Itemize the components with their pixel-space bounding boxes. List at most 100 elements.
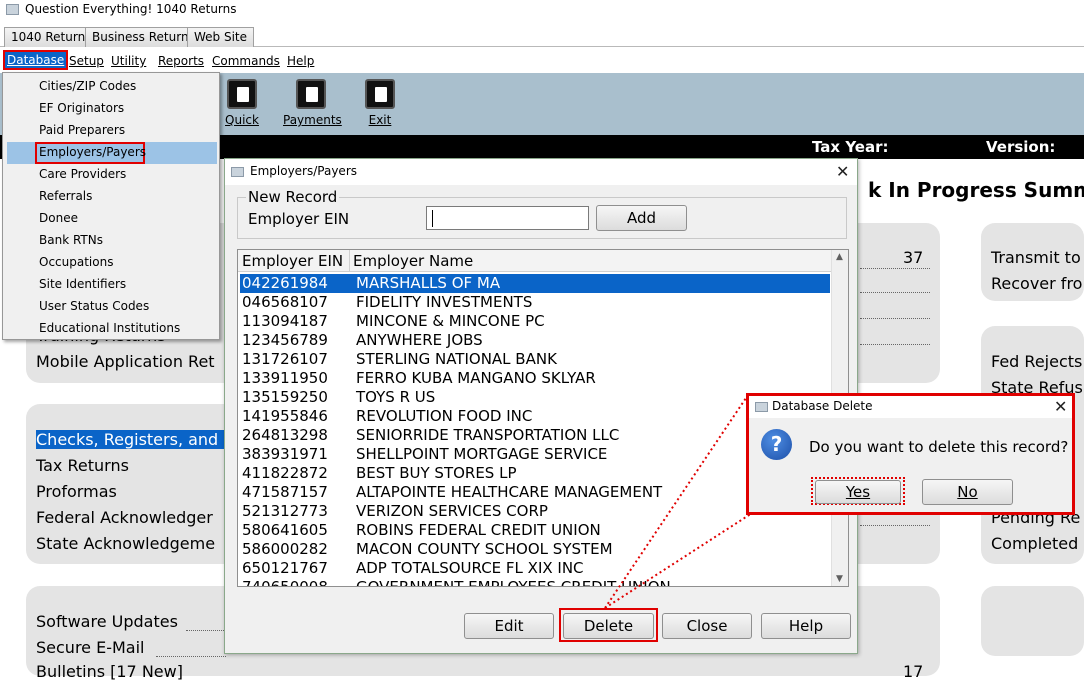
menu-setup[interactable]: Setup — [69, 53, 104, 69]
app-icon — [755, 402, 768, 412]
no-button[interactable]: No — [922, 479, 1013, 505]
edit-button[interactable]: Edit — [464, 613, 554, 639]
column-header-name[interactable]: Employer Name — [353, 252, 473, 270]
version-label: Version: — [986, 138, 1056, 156]
tax-year-label: Tax Year: — [812, 138, 889, 156]
cell-employer-ein: 135159250 — [242, 388, 328, 406]
table-row[interactable]: 264813298 SENIORRIDE TRANSPORTATION LLC — [240, 426, 830, 445]
yes-button[interactable]: Yes — [815, 480, 901, 504]
tab-business-returns[interactable]: Business Returns — [85, 27, 202, 47]
exit-icon — [365, 79, 395, 109]
column-header-ein[interactable]: Employer EIN — [242, 252, 343, 270]
menu-item-site-identifiers[interactable]: Site Identifiers — [39, 276, 126, 292]
cell-employer-ein: 471587157 — [242, 483, 328, 501]
cell-employer-ein: 123456789 — [242, 331, 328, 349]
dash-item[interactable]: Tax Returns — [36, 456, 129, 475]
cell-employer-name: ADP TOTALSOURCE FL XIX INC — [356, 559, 584, 577]
quick-button[interactable]: Quick — [214, 79, 270, 127]
window-title-bar: Question Everything! 1040 Returns — [0, 0, 1084, 20]
payments-button[interactable]: Payments — [283, 79, 342, 127]
menu-item-bank-rtns[interactable]: Bank RTNs — [39, 232, 103, 248]
table-row[interactable]: 123456789 ANYWHERE JOBS — [240, 331, 830, 350]
employer-ein-input[interactable] — [426, 206, 589, 230]
count-value: 17 — [903, 662, 924, 681]
table-row[interactable]: 113094187 MINCONE & MINCONE PC — [240, 312, 830, 331]
dash-item[interactable]: Transmit to — [991, 248, 1081, 267]
menu-utility[interactable]: Utility — [111, 53, 146, 69]
cell-employer-name: REVOLUTION FOOD INC — [356, 407, 533, 425]
menu-item-user-status-codes[interactable]: User Status Codes — [39, 298, 149, 314]
cell-employer-name: GOVERNMENT EMPLOYEES CREDIT UNION — [356, 578, 671, 587]
cell-employer-name: ROBINS FEDERAL CREDIT UNION — [356, 521, 601, 539]
cell-employer-ein: 264813298 — [242, 426, 328, 444]
menu-commands[interactable]: Commands — [212, 53, 280, 69]
table-row[interactable]: 046568107 FIDELITY INVESTMENTS — [240, 293, 830, 312]
cell-employer-ein: 521312773 — [242, 502, 328, 520]
table-row[interactable]: 586000282 MACON COUNTY SCHOOL SYSTEM — [240, 540, 830, 559]
menu-reports[interactable]: Reports — [158, 53, 204, 69]
cell-employer-name: ALTAPOINTE HEALTHCARE MANAGEMENT — [356, 483, 663, 501]
menu-item-paid-preparers[interactable]: Paid Preparers — [39, 122, 125, 138]
table-row[interactable]: 383931971 SHELLPOINT MORTGAGE SERVICE — [240, 445, 830, 464]
quick-label: Quick — [225, 113, 259, 127]
dialog-title: Employers/Payers — [250, 164, 357, 178]
table-row[interactable]: 042261984 MARSHALLS OF MA — [240, 274, 830, 293]
table-row[interactable]: 580641605 ROBINS FEDERAL CREDIT UNION — [240, 521, 830, 540]
dialog-title-bar: Employers/Payers ✕ — [225, 159, 857, 185]
table-row[interactable]: 740650008 GOVERNMENT EMPLOYEES CREDIT UNI… — [240, 578, 830, 587]
menu-item-referrals[interactable]: Referrals — [39, 188, 92, 204]
payments-icon — [296, 79, 326, 109]
cell-employer-ein: 411822872 — [242, 464, 328, 482]
cell-employer-ein: 042261984 — [242, 274, 328, 292]
table-row[interactable]: 471587157 ALTAPOINTE HEALTHCARE MANAGEMEN… — [240, 483, 830, 502]
menu-item-occupations[interactable]: Occupations — [39, 254, 113, 270]
cell-employer-ein: 650121767 — [242, 559, 328, 577]
dash-item[interactable]: Recover fro — [991, 274, 1082, 293]
menu-item-employers-payers[interactable]: Employers/Payers — [39, 144, 146, 160]
close-button[interactable]: Close — [662, 613, 752, 639]
cell-employer-ein: 133911950 — [242, 369, 328, 387]
panel-right-bottom — [981, 586, 1084, 656]
cell-employer-ein: 580641605 — [242, 521, 328, 539]
table-row[interactable]: 521312773 VERIZON SERVICES CORP — [240, 502, 830, 521]
scroll-down-icon[interactable]: ▼ — [836, 574, 843, 584]
dash-item[interactable]: Fed Rejects — [991, 352, 1082, 371]
menu-item-cities-zip[interactable]: Cities/ZIP Codes — [39, 78, 136, 94]
menu-item-care-providers[interactable]: Care Providers — [39, 166, 126, 182]
help-button[interactable]: Help — [761, 613, 851, 639]
dot-leader — [156, 656, 226, 657]
app-icon — [231, 167, 244, 177]
scroll-up-icon[interactable]: ▲ — [836, 252, 843, 262]
dash-item[interactable]: Secure E-Mail — [36, 638, 144, 657]
table-row[interactable]: 133911950 FERRO KUBA MANGANO SKLYAR — [240, 369, 830, 388]
dash-item[interactable]: Bulletins [17 New] — [36, 662, 183, 681]
table-row[interactable]: 650121767 ADP TOTALSOURCE FL XIX INC — [240, 559, 830, 578]
cell-employer-ein: 113094187 — [242, 312, 328, 330]
cell-employer-name: MINCONE & MINCONE PC — [356, 312, 545, 330]
dash-item[interactable]: State Acknowledgeme — [36, 534, 215, 553]
menu-help[interactable]: Help — [287, 53, 314, 69]
dash-item[interactable]: Federal Acknowledger — [36, 508, 213, 527]
table-row[interactable]: 411822872 BEST BUY STORES LP — [240, 464, 830, 483]
annotation-box — [559, 608, 658, 642]
menu-item-donee[interactable]: Donee — [39, 210, 78, 226]
close-icon[interactable]: ✕ — [1054, 399, 1067, 415]
exit-button[interactable]: Exit — [352, 79, 408, 127]
add-button[interactable]: Add — [596, 205, 687, 231]
menu-database[interactable]: Database — [2, 50, 69, 70]
menu-item-educational-institutions[interactable]: Educational Institutions — [39, 320, 180, 336]
menu-item-ef-originators[interactable]: EF Originators — [39, 100, 124, 116]
dash-item[interactable]: Mobile Application Ret — [36, 352, 215, 371]
dash-item-selected[interactable]: Checks, Registers, and — [36, 430, 226, 449]
close-icon[interactable]: ✕ — [836, 164, 849, 180]
table-row[interactable]: 135159250 TOYS R US — [240, 388, 830, 407]
tab-web-site[interactable]: Web Site — [187, 27, 255, 47]
dash-item[interactable]: Completed — [991, 534, 1078, 553]
cell-employer-name: BEST BUY STORES LP — [356, 464, 517, 482]
dialog-title: Database Delete — [772, 399, 873, 413]
table-row[interactable]: 141955846 REVOLUTION FOOD INC — [240, 407, 830, 426]
dash-item[interactable]: Proformas — [36, 482, 117, 501]
dash-item[interactable]: Software Updates — [36, 612, 178, 631]
table-row[interactable]: 131726107 STERLING NATIONAL BANK — [240, 350, 830, 369]
count-value: 37 — [903, 248, 924, 267]
